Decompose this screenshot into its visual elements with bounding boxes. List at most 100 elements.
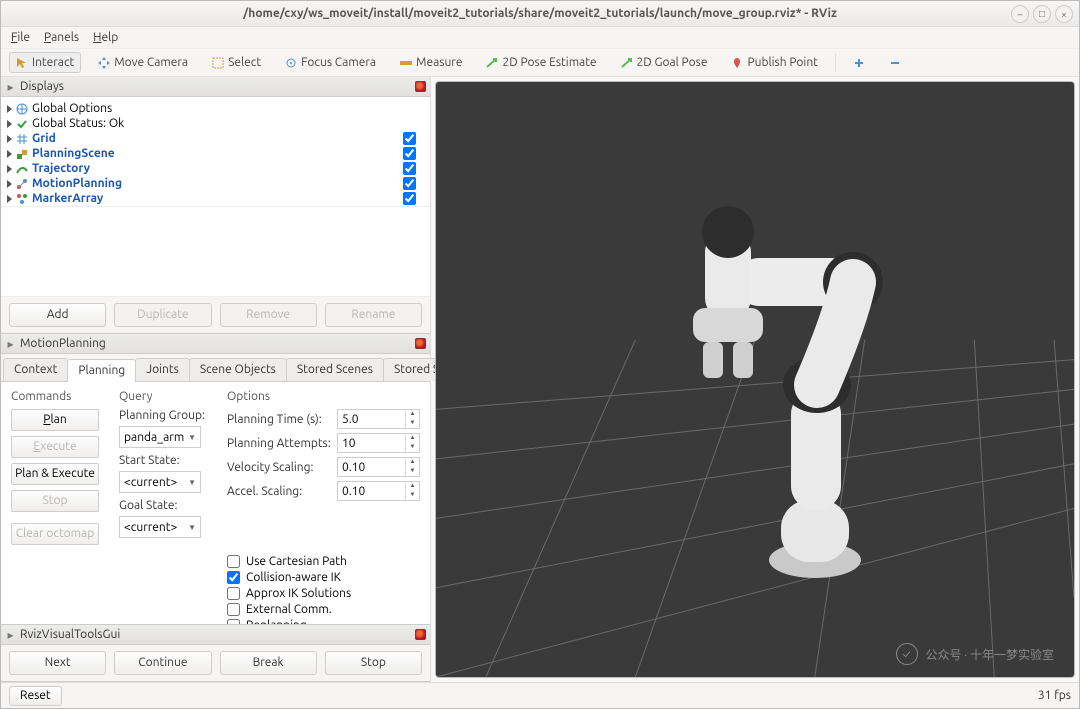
planning-attempts-label: Planning Attempts: — [227, 437, 331, 450]
move-camera-tool[interactable]: Move Camera — [91, 52, 195, 73]
watermark: ✓ 公众号 · 十年一梦实验室 — [896, 643, 1054, 665]
collapse-icon[interactable]: ▸ — [5, 629, 16, 640]
3d-viewport[interactable]: ✓ 公众号 · 十年一梦实验室 — [435, 81, 1075, 678]
minus-icon — [889, 57, 901, 69]
continue-button[interactable]: Continue — [114, 651, 211, 675]
minimize-button[interactable]: – — [1011, 5, 1029, 23]
motionplanning-icon — [16, 178, 28, 190]
expand-icon[interactable] — [7, 135, 12, 143]
start-state-combo[interactable]: <current>▼ — [119, 471, 201, 493]
wechat-icon: ✓ — [896, 643, 918, 665]
goal-state-combo[interactable]: <current>▼ — [119, 516, 201, 538]
expand-icon[interactable] — [7, 150, 12, 158]
markerarray-checkbox[interactable] — [403, 192, 416, 205]
grid-checkbox[interactable] — [403, 132, 416, 145]
external-comm-checkbox[interactable] — [227, 603, 240, 616]
tab-planning[interactable]: Planning — [67, 359, 136, 382]
panel-close-button[interactable] — [415, 629, 426, 640]
goal-pose-tool[interactable]: 2D Goal Pose — [614, 52, 715, 73]
interact-tool[interactable]: Interact — [9, 52, 81, 73]
close-button[interactable]: × — [1055, 5, 1073, 23]
plan-button[interactable]: Plan — [11, 409, 99, 431]
move-icon — [98, 57, 110, 69]
tree-item-motionplanning[interactable]: MotionPlanning — [7, 176, 424, 191]
panel-close-button[interactable] — [415, 338, 426, 349]
add-button[interactable]: Add — [9, 303, 106, 327]
app-window: /home/cxy/ws_moveit/install/moveit2_tuto… — [0, 0, 1080, 709]
panel-close-button[interactable] — [415, 81, 426, 92]
expand-icon[interactable] — [7, 180, 12, 188]
select-tool[interactable]: Select — [205, 52, 268, 73]
toolbar: Interact Move Camera Select Focus Camera… — [1, 49, 1079, 77]
expand-icon[interactable] — [7, 165, 12, 173]
reset-button[interactable]: Reset — [9, 686, 62, 706]
plan-execute-button[interactable]: Plan & Execute — [11, 463, 99, 485]
motionplanning-checkbox[interactable] — [403, 177, 416, 190]
tree-item-markerarray[interactable]: MarkerArray — [7, 191, 424, 206]
expand-icon[interactable] — [7, 195, 12, 203]
start-state-label: Start State: — [119, 454, 211, 467]
expand-icon[interactable] — [7, 105, 12, 113]
accel-scaling-spinner[interactable]: 0.10▲▼ — [337, 481, 420, 501]
motionplanning-panel: ▸ MotionPlanning Context Planning Joints… — [1, 334, 430, 625]
markerarray-icon — [16, 193, 28, 205]
stop-button[interactable]: Stop — [325, 651, 422, 675]
grid-icon — [16, 133, 28, 145]
replanning-checkbox[interactable] — [227, 619, 240, 624]
rename-button: Rename — [325, 303, 422, 327]
chevron-down-icon: ▼ — [188, 433, 196, 442]
displays-panel: ▸ Displays Global Options Global Status:… — [1, 77, 430, 334]
planning-attempts-spinner[interactable]: 10▲▼ — [337, 433, 420, 453]
tree-item-grid[interactable]: Grid — [7, 131, 424, 146]
displays-tree[interactable]: Global Options Global Status: Ok Grid — [1, 97, 430, 207]
scene-icon — [16, 148, 28, 160]
target-icon — [285, 57, 297, 69]
approx-ik-checkbox[interactable] — [227, 587, 240, 600]
robot-arm-render — [585, 160, 925, 600]
planningscene-checkbox[interactable] — [403, 147, 416, 160]
planning-group-combo[interactable]: panda_arm▼ — [119, 426, 201, 448]
ruler-icon — [400, 57, 412, 69]
tree-item-planningscene[interactable]: PlanningScene — [7, 146, 424, 161]
remove-button: Remove — [220, 303, 317, 327]
collapse-icon[interactable]: ▸ — [5, 81, 16, 92]
trajectory-checkbox[interactable] — [403, 162, 416, 175]
velocity-scaling-spinner[interactable]: 0.10▲▼ — [337, 457, 420, 477]
pin-icon — [731, 57, 743, 69]
displays-title: Displays — [20, 80, 411, 93]
tree-item-global-status[interactable]: Global Status: Ok — [7, 116, 424, 131]
minus-tool[interactable] — [882, 53, 908, 73]
execute-button: Execute — [11, 436, 99, 458]
options-header: Options — [227, 390, 420, 403]
menu-file[interactable]: File — [11, 31, 30, 44]
collapse-icon[interactable]: ▸ — [5, 338, 16, 349]
accel-scaling-label: Accel. Scaling: — [227, 485, 331, 498]
collision-aware-ik-checkbox[interactable] — [227, 571, 240, 584]
plus-tool[interactable] — [846, 53, 872, 73]
planning-time-spinner[interactable]: 5.0▲▼ — [337, 409, 420, 429]
clear-octomap-button: Clear octomap — [11, 523, 99, 545]
menu-panels[interactable]: Panels — [44, 31, 79, 44]
publish-point-tool[interactable]: Publish Point — [724, 52, 824, 73]
measure-tool[interactable]: Measure — [393, 52, 469, 73]
next-button[interactable]: Next — [9, 651, 106, 675]
break-button[interactable]: Break — [220, 651, 317, 675]
focus-camera-tool[interactable]: Focus Camera — [278, 52, 383, 73]
pose-estimate-tool[interactable]: 2D Pose Estimate — [479, 52, 603, 73]
planning-time-label: Planning Time (s): — [227, 413, 331, 426]
tab-context[interactable]: Context — [3, 358, 68, 381]
tab-joints[interactable]: Joints — [135, 358, 190, 381]
tab-scene-objects[interactable]: Scene Objects — [189, 358, 287, 381]
cursor-icon — [16, 57, 28, 69]
use-cartesian-checkbox[interactable] — [227, 555, 240, 568]
tree-item-trajectory[interactable]: Trajectory — [7, 161, 424, 176]
maximize-button[interactable]: □ — [1033, 5, 1051, 23]
globe-icon — [16, 103, 28, 115]
expand-icon[interactable] — [7, 120, 12, 128]
tab-stored-scenes[interactable]: Stored Scenes — [286, 358, 384, 381]
motionplanning-tabs: Context Planning Joints Scene Objects St… — [1, 354, 430, 382]
menubar: File Panels Help — [1, 27, 1079, 49]
tree-item-global-options[interactable]: Global Options — [7, 101, 424, 116]
motionplanning-title: MotionPlanning — [20, 337, 411, 350]
menu-help[interactable]: Help — [93, 31, 118, 44]
